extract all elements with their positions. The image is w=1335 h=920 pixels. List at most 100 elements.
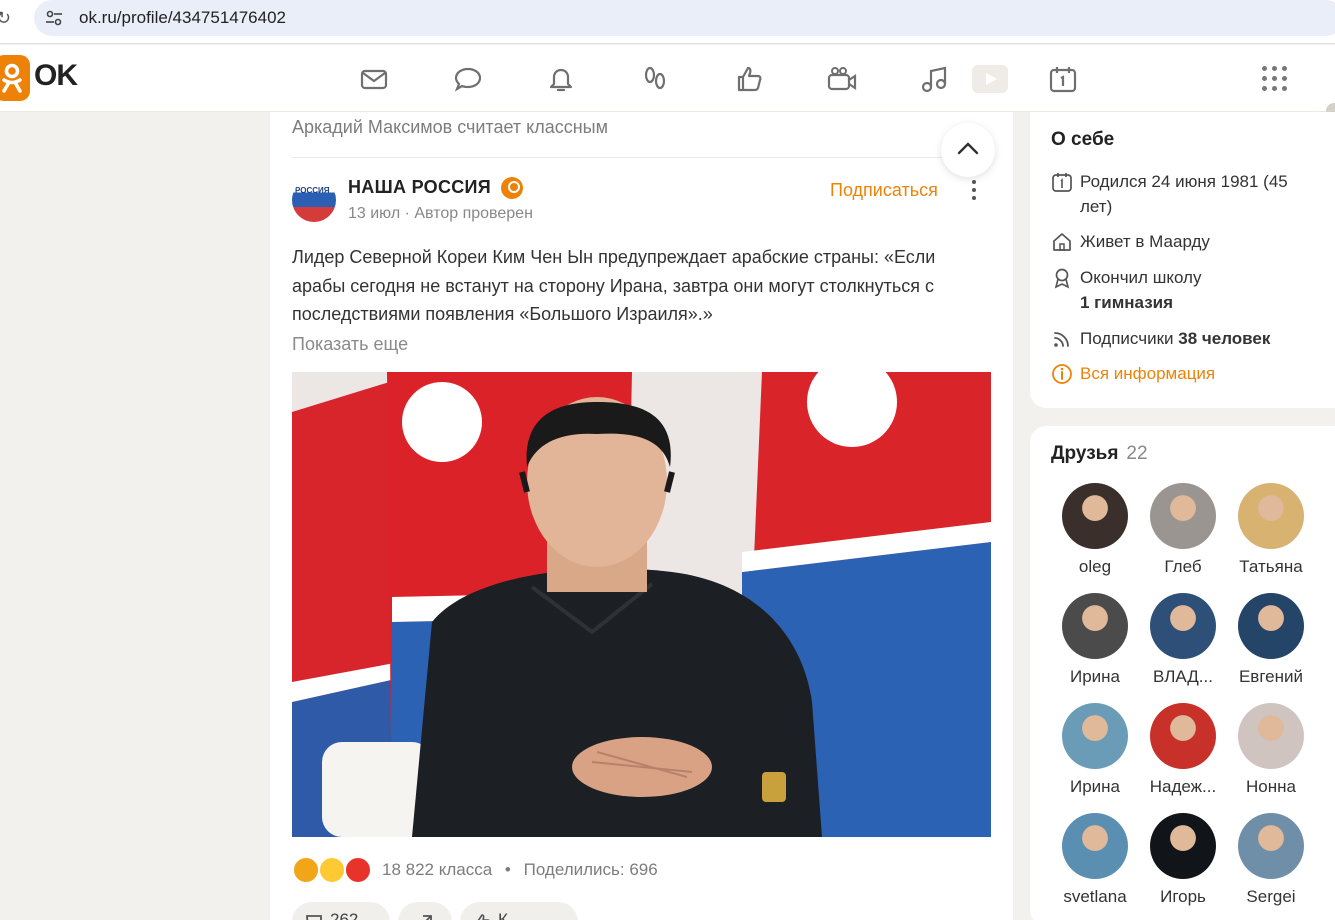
friend-avatar[interactable] xyxy=(1238,703,1304,769)
liked-by-line[interactable]: Аркадий Максимов считает классным xyxy=(292,117,608,138)
about-title: О себе xyxy=(1051,129,1115,150)
friend-name[interactable]: Игорь xyxy=(1139,887,1227,907)
friend-item[interactable]: Евгений xyxy=(1227,593,1315,687)
friend-item[interactable]: Татьяна xyxy=(1227,483,1315,577)
friend-avatar[interactable] xyxy=(1150,703,1216,769)
info-icon xyxy=(1052,364,1072,384)
post-text: Лидер Северной Кореи Ким Чен Ын предупре… xyxy=(292,247,936,324)
site-header: OK xyxy=(0,45,1335,145)
friends-title[interactable]: Друзья 22 xyxy=(1051,443,1148,465)
group-name[interactable]: НАША РОССИЯ xyxy=(348,177,491,198)
friend-avatar[interactable] xyxy=(1238,593,1304,659)
more-options-icon[interactable] xyxy=(970,180,978,202)
klass-label: К... xyxy=(498,910,523,920)
calendar-icon[interactable] xyxy=(1047,63,1079,95)
like-icon[interactable] xyxy=(733,63,765,95)
friend-avatar[interactable] xyxy=(1150,813,1216,879)
friend-avatar[interactable] xyxy=(1150,593,1216,659)
friend-avatar[interactable] xyxy=(1062,593,1128,659)
shares-count[interactable]: Поделились: 696 xyxy=(524,860,658,879)
friend-item[interactable]: Sergei xyxy=(1227,813,1315,907)
all-info-link[interactable]: Вся информация xyxy=(1080,361,1310,386)
friend-avatar[interactable] xyxy=(1062,813,1128,879)
friend-name[interactable]: Татьяна xyxy=(1227,557,1315,577)
friend-item[interactable]: ВЛАД... xyxy=(1139,593,1227,687)
all-info-row[interactable]: Вся информация xyxy=(1051,361,1311,386)
post-photo[interactable] xyxy=(292,372,991,837)
chat-icon[interactable] xyxy=(452,63,484,95)
school-label: Окончил школу xyxy=(1080,268,1202,287)
comments-count: 262 xyxy=(330,910,359,920)
url-text[interactable]: ok.ru/profile/434751476402 xyxy=(79,8,286,28)
bell-icon[interactable] xyxy=(545,63,577,95)
klass-reaction-icon xyxy=(292,856,320,884)
friends-title-label[interactable]: Друзья xyxy=(1051,443,1118,464)
friend-item[interactable]: Игорь xyxy=(1139,813,1227,907)
share-button[interactable] xyxy=(398,902,452,920)
home-icon xyxy=(1053,233,1071,251)
chevron-up-icon xyxy=(957,142,979,155)
friend-item[interactable]: Ирина xyxy=(1051,703,1139,797)
friends-count: 22 xyxy=(1126,443,1148,464)
friend-name[interactable]: Ирина xyxy=(1051,777,1139,797)
friend-name[interactable]: Sergei xyxy=(1227,887,1315,907)
reaction-stats[interactable]: 18 822 класса • Поделились: 696 xyxy=(382,860,658,880)
friend-item[interactable]: Ирина xyxy=(1051,593,1139,687)
camera-icon[interactable] xyxy=(826,63,858,95)
friend-name[interactable]: svetlana xyxy=(1051,887,1139,907)
subscribe-button[interactable]: Подписаться xyxy=(830,180,938,201)
location-row: Живет в Маарду xyxy=(1051,229,1311,254)
divider xyxy=(292,157,992,158)
friend-avatar[interactable] xyxy=(1150,483,1216,549)
reload-icon[interactable]: ↻ xyxy=(0,8,11,29)
comment-icon xyxy=(306,915,322,920)
friend-avatar[interactable] xyxy=(1238,483,1304,549)
footprints-icon[interactable] xyxy=(639,63,671,95)
friend-item[interactable]: Нонна xyxy=(1227,703,1315,797)
site-settings-icon[interactable] xyxy=(44,8,64,28)
music-icon[interactable] xyxy=(919,63,951,95)
ok-logo-icon[interactable] xyxy=(0,55,30,101)
friend-avatar[interactable] xyxy=(1062,703,1128,769)
birthday-text: Родился 24 июня 1981 (45 лет) xyxy=(1080,172,1288,216)
friend-avatar[interactable] xyxy=(1238,813,1304,879)
video-icon[interactable] xyxy=(972,65,1008,93)
scroll-to-top-button[interactable] xyxy=(941,123,995,177)
friend-item[interactable]: Глеб xyxy=(1139,483,1227,577)
browser-toolbar: ↻ ok.ru/profile/434751476402 xyxy=(0,0,1335,44)
address-bar[interactable]: ok.ru/profile/434751476402 xyxy=(34,0,1335,36)
share-icon xyxy=(423,915,432,920)
group-avatar[interactable]: РОССИЯ xyxy=(292,178,336,222)
friend-name[interactable]: Ирина xyxy=(1051,667,1139,687)
apps-grid-icon[interactable] xyxy=(1262,66,1290,94)
subscribers-row[interactable]: Подписчики 38 человек xyxy=(1051,326,1311,351)
friend-avatar[interactable] xyxy=(1062,483,1128,549)
mail-icon[interactable] xyxy=(358,63,390,95)
likes-count[interactable]: 18 822 класса xyxy=(382,860,492,879)
birthday-row: Родился 24 июня 1981 (45 лет) xyxy=(1051,169,1311,219)
reaction-icons[interactable] xyxy=(292,856,376,886)
friend-item[interactable]: svetlana xyxy=(1051,813,1139,907)
friend-name[interactable]: Глеб xyxy=(1139,557,1227,577)
show-more-link[interactable]: Показать еще xyxy=(292,334,408,355)
location-text[interactable]: Живет в Маарду xyxy=(1080,229,1310,254)
comments-button[interactable]: 262 xyxy=(292,902,390,920)
friend-item[interactable]: oleg xyxy=(1051,483,1139,577)
post-meta: 13 июл · Автор проверен xyxy=(348,205,533,222)
feed-column: Аркадий Максимов считает классным РОССИЯ… xyxy=(270,112,1013,920)
rss-icon xyxy=(1054,332,1069,347)
friend-name[interactable]: ВЛАД... xyxy=(1139,667,1227,687)
friend-name[interactable]: oleg xyxy=(1051,557,1139,577)
calendar-icon xyxy=(1052,173,1072,192)
logo-text[interactable]: OK xyxy=(34,59,78,93)
friend-name[interactable]: Надеж... xyxy=(1139,777,1227,797)
friend-name[interactable]: Нонна xyxy=(1227,777,1315,797)
friend-item[interactable]: Надеж... xyxy=(1139,703,1227,797)
friend-name[interactable]: Евгений xyxy=(1227,667,1315,687)
school-row: Окончил школу 1 гимназия xyxy=(1051,265,1311,315)
subscribers-count[interactable]: 38 человек xyxy=(1178,329,1270,348)
school-name[interactable]: 1 гимназия xyxy=(1080,293,1173,312)
thumb-icon xyxy=(477,914,490,920)
about-card: О себе Родился 24 июня 1981 (45 лет) Жив… xyxy=(1030,112,1335,408)
klass-button[interactable]: К... xyxy=(460,902,578,920)
